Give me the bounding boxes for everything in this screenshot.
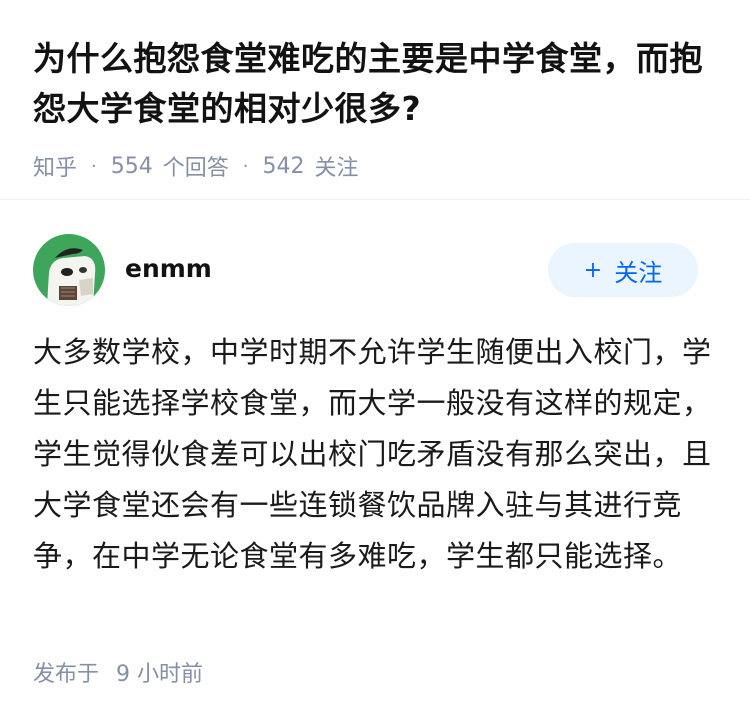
author-name[interactable]: enmm xyxy=(125,254,212,283)
avatar[interactable] xyxy=(33,234,105,306)
plus-icon: + xyxy=(583,257,603,283)
section-divider xyxy=(0,199,750,200)
follower-count: 542 xyxy=(262,153,305,179)
avatar-image xyxy=(33,234,105,306)
answer-count-label[interactable]: 个回答 xyxy=(163,150,229,182)
question-meta: 知乎 · 554 个回答 · 542 关注 xyxy=(33,150,723,182)
posted-time: 9 小时前 xyxy=(116,662,204,687)
question-header: 为什么抱怨食堂难吃的主要是中学食堂，而抱怨大学食堂的相对少很多? 知乎 · 55… xyxy=(33,34,723,182)
answer-body: 大多数学校，中学时期不允许学生随便出入校门，学生只能选择学校食堂，而大学一般没有… xyxy=(33,335,712,573)
question-title[interactable]: 为什么抱怨食堂难吃的主要是中学食堂，而抱怨大学食堂的相对少很多? xyxy=(33,34,723,134)
follow-button-label: 关注 xyxy=(614,258,663,287)
separator-dot: · xyxy=(242,155,249,177)
follower-count-label: 关注 xyxy=(314,156,359,181)
separator-dot: · xyxy=(91,155,97,177)
source-label[interactable]: 知乎 xyxy=(33,150,77,182)
follow-button[interactable]: + 关注 xyxy=(548,243,698,297)
author-row: enmm + 关注 xyxy=(33,234,698,306)
post-time: 发布于 9 小时前 xyxy=(33,656,203,688)
answer-count[interactable]: 554 xyxy=(111,154,153,179)
posted-label: 发布于 xyxy=(33,662,100,687)
